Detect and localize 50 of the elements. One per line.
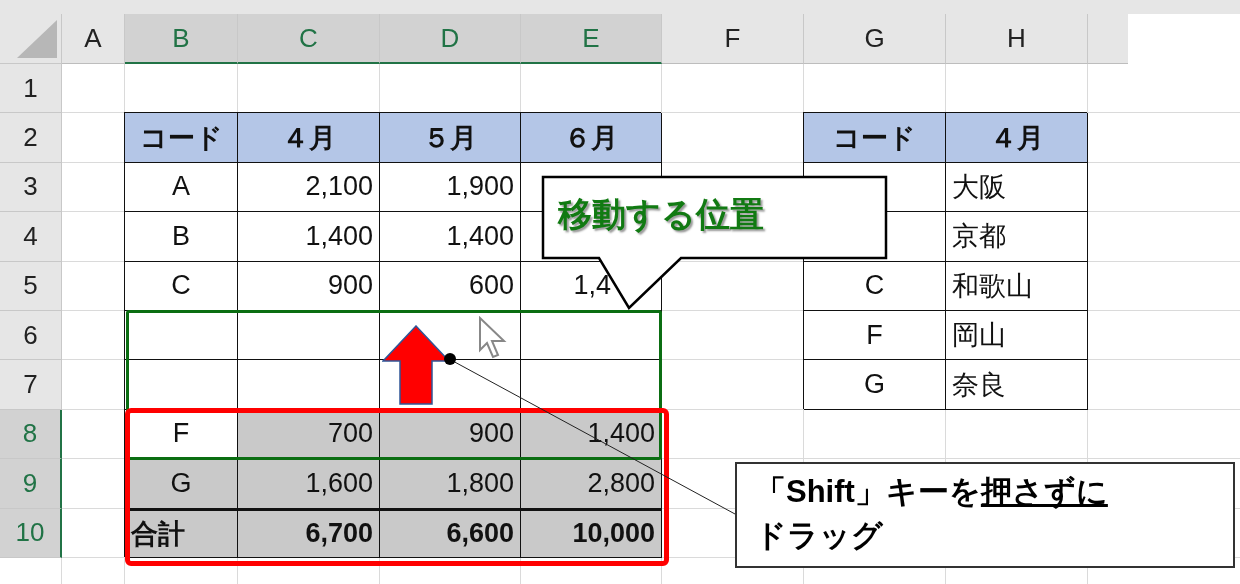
row-header[interactable]: 2 (0, 113, 62, 163)
select-all-icon[interactable] (17, 20, 57, 58)
table-cell: 1,900 (380, 162, 521, 213)
column-header[interactable]: B (125, 14, 238, 64)
table-cell: 奈良 (946, 360, 1088, 410)
table-cell: 2,100 (238, 162, 380, 213)
row-header[interactable]: 9 (0, 459, 62, 509)
row-header[interactable]: 7 (0, 360, 62, 410)
table-cell: 2,800 (521, 459, 662, 509)
annotation-box: 「Shift」キーを押さずに ドラッグ (735, 462, 1235, 568)
column-header[interactable] (1088, 14, 1128, 64)
table-cell: 和歌山 (946, 261, 1088, 311)
column-header[interactable]: C (238, 14, 380, 64)
column-header[interactable]: H (946, 14, 1088, 64)
table-cell: 大阪 (946, 162, 1088, 213)
table-cell: B (125, 212, 238, 262)
table-cell: 1,400 (238, 212, 380, 262)
row-header[interactable]: 4 (0, 212, 62, 262)
row-header[interactable]: 5 (0, 261, 62, 311)
column-header[interactable]: D (380, 14, 521, 64)
table-cell: 10,000 (521, 508, 662, 558)
table-cell: ４月 (238, 113, 380, 163)
table-cell: G (804, 360, 946, 410)
table-cell: 岡山 (946, 310, 1088, 361)
column-header[interactable]: A (62, 14, 125, 64)
table-cell: C (804, 261, 946, 311)
table-cell: コード (125, 113, 238, 163)
table-cell: 1,600 (238, 459, 380, 509)
cursor-icon (478, 316, 508, 360)
column-header[interactable]: F (662, 14, 804, 64)
row-header[interactable]: 1 (0, 64, 62, 114)
table-cell: ４月 (946, 113, 1088, 163)
row-header[interactable]: 3 (0, 162, 62, 213)
table-cell: 京都 (946, 212, 1088, 262)
row-header[interactable]: 8 (0, 409, 62, 460)
table-cell: 6,700 (238, 508, 380, 558)
column-header[interactable]: E (521, 14, 662, 64)
table-cell: コード (804, 113, 946, 163)
column-header[interactable]: G (804, 14, 946, 64)
row-header[interactable]: 6 (0, 310, 62, 361)
table-cell: 6,600 (380, 508, 521, 558)
table-cell: 1,800 (380, 459, 521, 509)
table-cell: 1,400 (380, 212, 521, 262)
table-cell: F (804, 310, 946, 361)
row-header[interactable]: 10 (0, 508, 62, 558)
callout-text: 移動する位置 (558, 194, 764, 235)
table-cell: ５月 (380, 113, 521, 163)
table-cell: ６月 (521, 113, 662, 163)
table-cell: A (125, 162, 238, 213)
table-cell: C (125, 261, 238, 311)
